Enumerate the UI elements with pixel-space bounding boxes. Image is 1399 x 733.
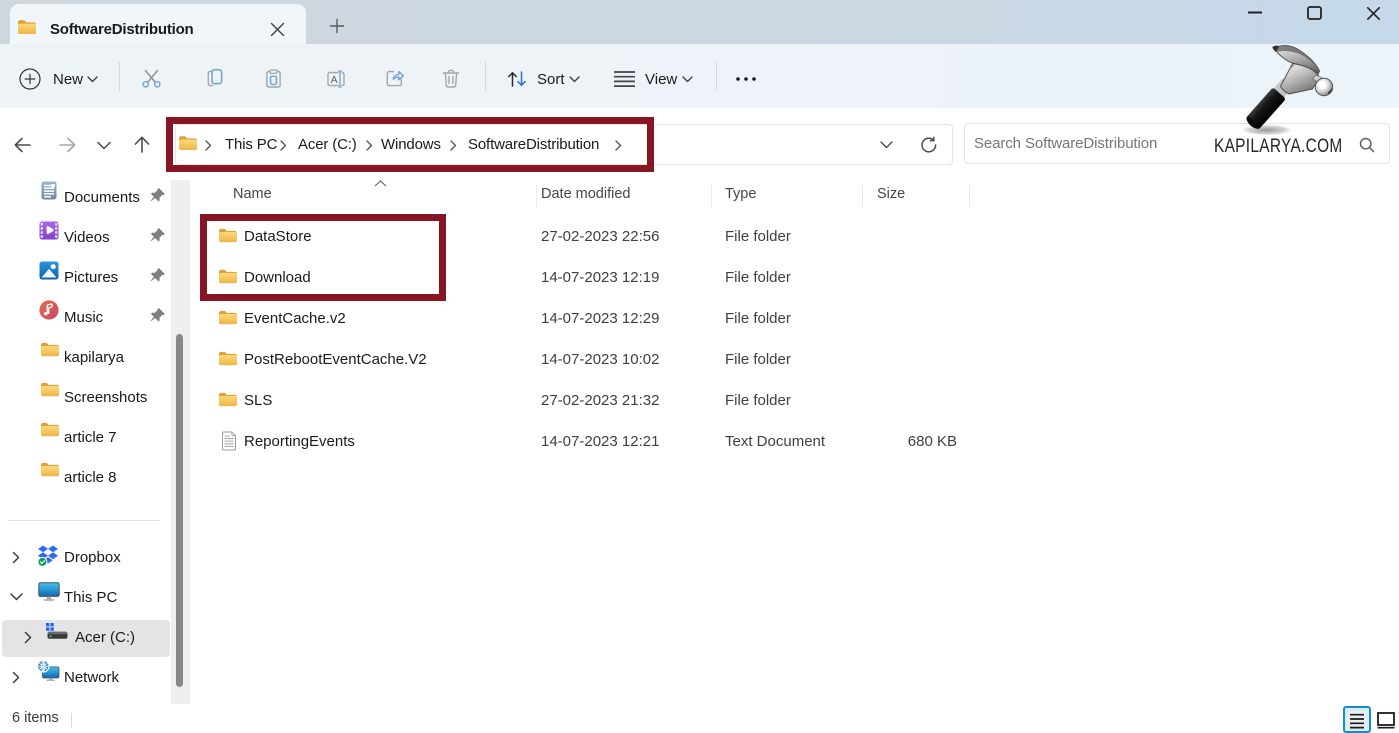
svg-text:A: A	[331, 74, 338, 86]
